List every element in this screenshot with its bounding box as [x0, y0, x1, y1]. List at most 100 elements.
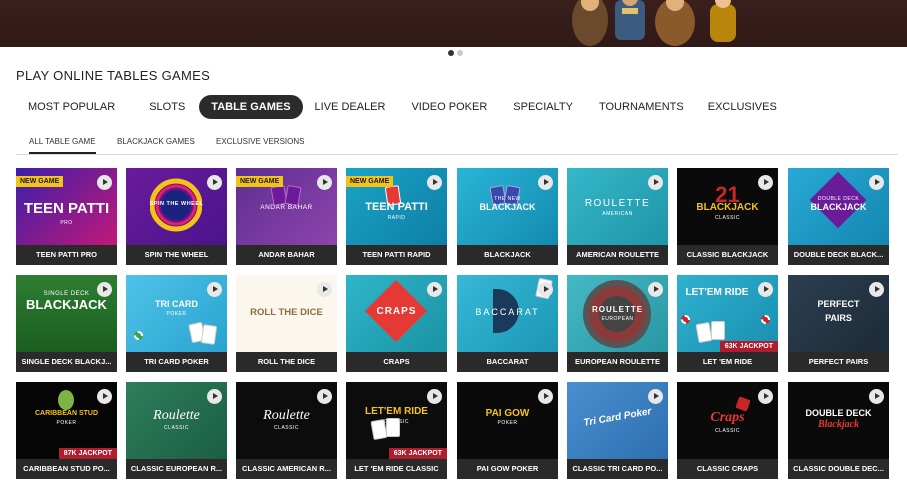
game-title: LET 'EM RIDE CLASSIC: [346, 459, 447, 479]
play-icon[interactable]: [317, 389, 332, 404]
play-icon[interactable]: [97, 282, 112, 297]
game-tile-caribbean-stud-poker[interactable]: CARIBBEAN STUD POKER 87K JACKPOT CARIBBE…: [16, 382, 117, 479]
play-icon[interactable]: [427, 282, 442, 297]
game-logo: LET'EM RIDE: [685, 287, 749, 298]
game-logo-sub: PRO: [60, 220, 73, 226]
game-logo: Roulette: [263, 408, 310, 423]
play-icon[interactable]: [758, 175, 773, 190]
game-tile-classic-american-roulette[interactable]: Roulette CLASSIC CLASSIC AMERICAN R...: [236, 382, 337, 479]
game-tile-classic-double-deck[interactable]: DOUBLE DECK Blackjack CLASSIC DOUBLE DEC…: [788, 382, 889, 479]
game-tile-american-roulette[interactable]: ROULETTE AMERICAN AMERICAN ROULETTE: [567, 168, 668, 265]
play-icon[interactable]: [538, 282, 553, 297]
game-logo: BLACKJACK: [696, 202, 759, 213]
game-tile-pai-gow-poker[interactable]: PAI GOW POKER PAI GOW POKER: [457, 382, 558, 479]
game-logo-sub: AMERICAN: [602, 211, 633, 217]
game-logo-sub: POKER: [497, 420, 518, 426]
play-icon[interactable]: [317, 175, 332, 190]
tab-table-games[interactable]: TABLE GAMES: [199, 95, 303, 119]
game-title: PERFECT PAIRS: [788, 352, 889, 372]
game-title: BACCARAT: [457, 352, 558, 372]
game-title: SPIN THE WHEEL: [126, 245, 227, 265]
game-logo: ROULETTE: [584, 198, 651, 209]
game-logo-sub: POKER: [56, 420, 77, 426]
game-tile-baccarat[interactable]: BACCARAT BACCARAT: [457, 275, 558, 372]
game-tile-teen-patti-pro[interactable]: TEEN PATTI PRO NEW GAME TEEN PATTI PRO: [16, 168, 117, 265]
game-category-tabs: MOST POPULAR SLOTS TABLE GAMES LIVE DEAL…: [16, 95, 789, 119]
game-tile-double-deck-blackjack[interactable]: DOUBLE DECK BLACKJACK DOUBLE DECK BLACK.…: [788, 168, 889, 265]
game-title: PAI GOW POKER: [457, 459, 558, 479]
game-tile-perfect-pairs[interactable]: PERFECT PAIRS PERFECT PAIRS: [788, 275, 889, 372]
game-logo: Tri Card Poker: [582, 406, 653, 429]
game-logo: LET'EM RIDE: [365, 406, 428, 417]
play-icon[interactable]: [207, 389, 222, 404]
game-logo-sub: CLASSIC: [715, 215, 740, 221]
play-icon[interactable]: [97, 389, 112, 404]
tab-slots[interactable]: SLOTS: [127, 95, 199, 119]
game-title: BLACKJACK: [457, 245, 558, 265]
play-icon[interactable]: [758, 389, 773, 404]
game-tile-craps[interactable]: CRAPS CRAPS: [346, 275, 447, 372]
hero-banner[interactable]: [0, 0, 907, 47]
jackpot-badge: 63K JACKPOT: [719, 341, 778, 352]
game-tile-classic-tri-card-poker[interactable]: Tri Card Poker CLASSIC TRI CARD PO...: [567, 382, 668, 479]
play-icon[interactable]: [648, 282, 663, 297]
new-game-badge: NEW GAME: [346, 176, 394, 187]
game-title: ANDAR BAHAR: [236, 245, 337, 265]
game-tile-single-deck-blackjack[interactable]: SINGLE DECK BLACKJACK SINGLE DECK BLACKJ…: [16, 275, 117, 372]
game-logo: ANDAR BAHAR: [260, 204, 313, 211]
game-tile-classic-craps[interactable]: Craps CLASSIC CLASSIC CRAPS: [677, 382, 778, 479]
play-icon[interactable]: [648, 389, 663, 404]
play-icon[interactable]: [869, 389, 884, 404]
game-tile-classic-blackjack[interactable]: 21 BLACKJACK CLASSIC CLASSIC BLACKJACK: [677, 168, 778, 265]
game-tile-classic-european-roulette[interactable]: Roulette CLASSIC CLASSIC EUROPEAN R...: [126, 382, 227, 479]
play-icon[interactable]: [317, 282, 332, 297]
subtab-exclusive-versions[interactable]: EXCLUSIVE VERSIONS: [216, 137, 304, 152]
game-tile-european-roulette[interactable]: ROULETTE EUROPEAN EUROPEAN ROULETTE: [567, 275, 668, 372]
game-logo: CARIBBEAN STUD: [35, 410, 98, 417]
game-logo: BLACKJACK: [26, 297, 107, 312]
subtab-blackjack-games[interactable]: BLACKJACK GAMES: [117, 137, 195, 152]
game-tile-andar-bahar[interactable]: ANDAR BAHAR NEW GAME ANDAR BAHAR: [236, 168, 337, 265]
play-icon[interactable]: [869, 175, 884, 190]
tab-tournaments[interactable]: TOURNAMENTS: [585, 95, 696, 119]
new-game-badge: NEW GAME: [236, 176, 284, 187]
tab-video-poker[interactable]: VIDEO POKER: [397, 95, 499, 119]
roulette-wheel-icon: [583, 280, 651, 348]
play-icon[interactable]: [427, 389, 442, 404]
game-logo-sub: POKER: [166, 311, 187, 317]
tab-live-dealer[interactable]: LIVE DEALER: [303, 95, 398, 119]
game-tile-let-em-ride[interactable]: LET'EM RIDE 63K JACKPOT LET 'EM RIDE: [677, 275, 778, 372]
game-logo: BACCARAT: [475, 307, 540, 317]
play-icon[interactable]: [207, 282, 222, 297]
section-title: PLAY ONLINE TABLES GAMES: [16, 68, 211, 83]
tab-specialty[interactable]: SPECIALTY: [499, 95, 585, 119]
play-icon[interactable]: [869, 282, 884, 297]
game-logo: TRI CARD: [155, 299, 198, 309]
tab-exclusives[interactable]: EXCLUSIVES: [696, 95, 789, 119]
jackpot-badge: 63K JACKPOT: [388, 448, 447, 459]
play-icon[interactable]: [538, 389, 553, 404]
card-icon: [695, 321, 713, 344]
play-icon[interactable]: [97, 175, 112, 190]
game-logo: DOUBLE DECK: [805, 408, 872, 418]
play-icon[interactable]: [207, 175, 222, 190]
game-tile-let-em-ride-classic[interactable]: LET'EM RIDE CLASSIC 63K JACKPOT LET 'EM …: [346, 382, 447, 479]
play-icon[interactable]: [427, 175, 442, 190]
game-title: LET 'EM RIDE: [677, 352, 778, 372]
play-icon[interactable]: [538, 175, 553, 190]
carousel-dots: [448, 50, 463, 56]
tab-most-popular[interactable]: MOST POPULAR: [16, 95, 127, 119]
game-title: EUROPEAN ROULETTE: [567, 352, 668, 372]
play-icon[interactable]: [648, 175, 663, 190]
game-tile-blackjack[interactable]: THE NEW BLACKJACK BLACKJACK: [457, 168, 558, 265]
game-tile-teen-patti-rapid[interactable]: TEEN PATTI RAPID NEW GAME TEEN PATTI RAP…: [346, 168, 447, 265]
game-tile-spin-the-wheel[interactable]: SPIN THE WHEEL SPIN THE WHEEL: [126, 168, 227, 265]
play-icon[interactable]: [758, 282, 773, 297]
game-title: CARIBBEAN STUD PO...: [16, 459, 117, 479]
subtab-all-table-game[interactable]: ALL TABLE GAME: [29, 137, 96, 154]
game-logo: BLACKJACK: [479, 202, 536, 212]
carousel-dot[interactable]: [448, 50, 454, 56]
carousel-dot[interactable]: [457, 50, 463, 56]
game-tile-roll-the-dice[interactable]: ROLL THE DICE ROLL THE DICE: [236, 275, 337, 372]
game-tile-tri-card-poker[interactable]: TRI CARD POKER TRI CARD POKER: [126, 275, 227, 372]
